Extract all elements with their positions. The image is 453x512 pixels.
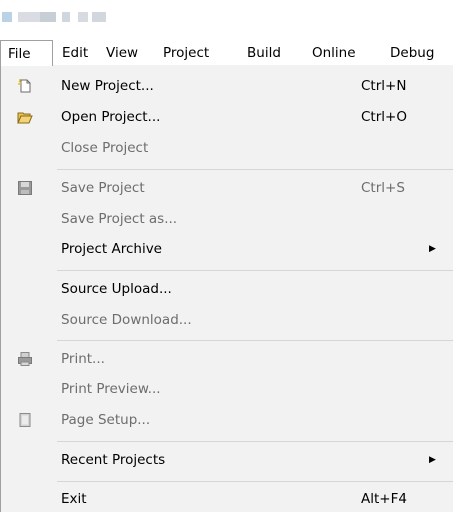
submenu-arrow-icon: ▶ <box>429 244 436 254</box>
menu-build[interactable]: Build <box>247 40 281 66</box>
menu-item-label: New Project... <box>61 78 154 94</box>
menu-item-page-setup[interactable]: Page Setup... <box>1 407 453 433</box>
menu-item-label: Print Preview... <box>61 381 161 397</box>
menu-item-recent-projects[interactable]: Recent Projects ▶ <box>1 447 453 473</box>
menu-item-shortcut: Ctrl+S <box>361 180 405 196</box>
menu-item-label: Save Project as... <box>61 211 178 227</box>
menu-item-project-archive[interactable]: Project Archive ▶ <box>1 236 453 262</box>
menu-item-print[interactable]: Print... <box>1 346 453 372</box>
menu-item-label: Close Project <box>61 140 149 156</box>
page-setup-icon <box>19 413 31 427</box>
menu-item-shortcut: Alt+F4 <box>361 491 407 507</box>
menu-debug[interactable]: Debug <box>390 40 434 66</box>
menu-item-print-preview[interactable]: Print Preview... <box>1 376 453 402</box>
menu-item-shortcut: Ctrl+O <box>361 109 407 125</box>
menu-item-label: Page Setup... <box>61 412 151 428</box>
new-document-icon <box>18 79 31 93</box>
open-folder-icon <box>17 112 33 124</box>
menu-item-label: Open Project... <box>61 109 161 125</box>
menu-item-source-download[interactable]: Source Download... <box>1 307 453 333</box>
blurred-window-title <box>2 12 106 22</box>
menu-item-label: Print... <box>61 351 105 367</box>
menu-item-label: Source Upload... <box>61 281 172 297</box>
menu-item-save-project[interactable]: Save Project Ctrl+S <box>1 175 453 201</box>
menu-edit[interactable]: Edit <box>62 40 88 66</box>
save-disk-icon <box>18 181 32 195</box>
menu-item-new-project[interactable]: New Project... Ctrl+N <box>1 73 453 99</box>
menu-item-source-upload[interactable]: Source Upload... <box>1 276 453 302</box>
menu-item-label: Exit <box>61 491 87 507</box>
window-title-bar <box>0 0 453 40</box>
menu-separator <box>57 481 453 482</box>
menu-item-exit[interactable]: Exit Alt+F4 <box>1 486 453 512</box>
menu-item-close-project[interactable]: Close Project <box>1 135 453 161</box>
submenu-arrow-icon: ▶ <box>429 455 436 465</box>
menu-separator <box>57 270 453 271</box>
menu-item-label: Source Download... <box>61 312 192 328</box>
menu-item-shortcut: Ctrl+N <box>361 78 407 94</box>
menu-project[interactable]: Project <box>163 40 209 66</box>
menu-item-label: Save Project <box>61 180 145 196</box>
menu-bar: File Edit View Project Build Online Debu… <box>0 40 453 67</box>
menu-item-open-project[interactable]: Open Project... Ctrl+O <box>1 104 453 130</box>
menu-online[interactable]: Online <box>312 40 356 66</box>
menu-item-label: Project Archive <box>61 241 162 257</box>
printer-icon <box>18 352 32 366</box>
menu-file[interactable]: File <box>0 40 53 66</box>
menu-view[interactable]: View <box>106 40 138 66</box>
menu-item-save-project-as[interactable]: Save Project as... <box>1 206 453 232</box>
menu-separator <box>57 169 453 170</box>
menu-separator <box>57 340 453 341</box>
menu-separator <box>57 441 453 442</box>
file-menu-dropdown: New Project... Ctrl+N Open Project... Ct… <box>0 65 453 512</box>
menu-item-label: Recent Projects <box>61 452 166 468</box>
